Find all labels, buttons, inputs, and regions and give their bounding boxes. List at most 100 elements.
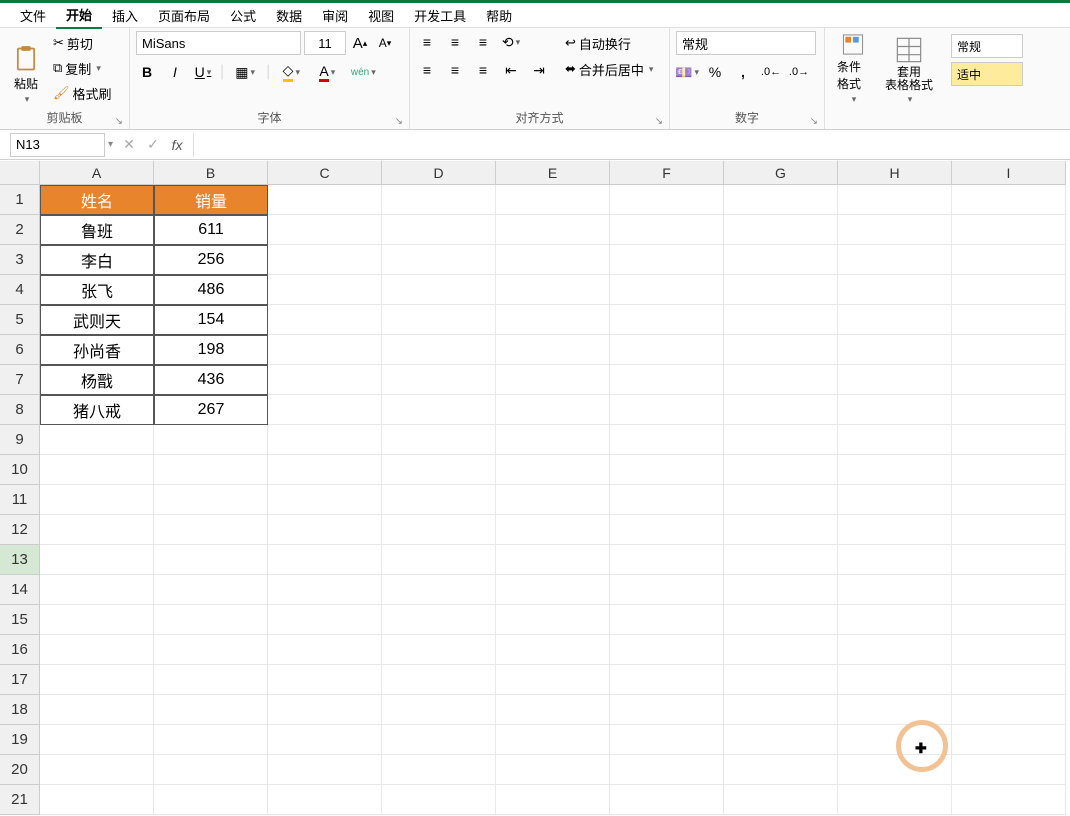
style-normal[interactable]: 常规 bbox=[951, 34, 1023, 58]
cancel-formula-icon[interactable]: ✕ bbox=[118, 134, 140, 156]
cell-C17[interactable] bbox=[268, 665, 382, 695]
increase-decimal-icon[interactable]: .0← bbox=[760, 61, 782, 83]
cell-C20[interactable] bbox=[268, 755, 382, 785]
col-header-D[interactable]: D bbox=[382, 161, 496, 185]
cell-G8[interactable] bbox=[724, 395, 838, 425]
cell-I3[interactable] bbox=[952, 245, 1066, 275]
cell-C2[interactable] bbox=[268, 215, 382, 245]
cell-F17[interactable] bbox=[610, 665, 724, 695]
cell-G18[interactable] bbox=[724, 695, 838, 725]
cell-H18[interactable] bbox=[838, 695, 952, 725]
cell-H11[interactable] bbox=[838, 485, 952, 515]
cell-C5[interactable] bbox=[268, 305, 382, 335]
cell-H3[interactable] bbox=[838, 245, 952, 275]
cell-B19[interactable] bbox=[154, 725, 268, 755]
cell-A5[interactable]: 武则天 bbox=[40, 305, 154, 335]
cell-G21[interactable] bbox=[724, 785, 838, 815]
row-header-13[interactable]: 13 bbox=[0, 545, 40, 575]
align-center-icon[interactable]: ≡ bbox=[444, 59, 466, 81]
col-header-E[interactable]: E bbox=[496, 161, 610, 185]
row-header-6[interactable]: 6 bbox=[0, 335, 40, 365]
cell-E11[interactable] bbox=[496, 485, 610, 515]
cell-B17[interactable] bbox=[154, 665, 268, 695]
cell-C14[interactable] bbox=[268, 575, 382, 605]
conditional-format-button[interactable]: 条件格式 bbox=[831, 31, 875, 107]
row-header-5[interactable]: 5 bbox=[0, 305, 40, 335]
cell-E21[interactable] bbox=[496, 785, 610, 815]
row-header-2[interactable]: 2 bbox=[0, 215, 40, 245]
cell-F20[interactable] bbox=[610, 755, 724, 785]
cell-I16[interactable] bbox=[952, 635, 1066, 665]
cell-B7[interactable]: 436 bbox=[154, 365, 268, 395]
name-box[interactable] bbox=[10, 133, 105, 157]
col-header-A[interactable]: A bbox=[40, 161, 154, 185]
cell-B5[interactable]: 154 bbox=[154, 305, 268, 335]
menu-插入[interactable]: 插入 bbox=[102, 3, 148, 28]
cell-H16[interactable] bbox=[838, 635, 952, 665]
cell-C7[interactable] bbox=[268, 365, 382, 395]
cell-H12[interactable] bbox=[838, 515, 952, 545]
cell-D7[interactable] bbox=[382, 365, 496, 395]
cell-D2[interactable] bbox=[382, 215, 496, 245]
menu-开始[interactable]: 开始 bbox=[56, 2, 102, 29]
cell-D15[interactable] bbox=[382, 605, 496, 635]
row-header-1[interactable]: 1 bbox=[0, 185, 40, 215]
cell-G3[interactable] bbox=[724, 245, 838, 275]
cell-F2[interactable] bbox=[610, 215, 724, 245]
cell-G19[interactable] bbox=[724, 725, 838, 755]
cell-A16[interactable] bbox=[40, 635, 154, 665]
cell-B15[interactable] bbox=[154, 605, 268, 635]
cell-C15[interactable] bbox=[268, 605, 382, 635]
cell-G2[interactable] bbox=[724, 215, 838, 245]
cell-G5[interactable] bbox=[724, 305, 838, 335]
cell-F8[interactable] bbox=[610, 395, 724, 425]
cell-G1[interactable] bbox=[724, 185, 838, 215]
menu-视图[interactable]: 视图 bbox=[358, 3, 404, 28]
cell-I5[interactable] bbox=[952, 305, 1066, 335]
cell-F10[interactable] bbox=[610, 455, 724, 485]
cell-B21[interactable] bbox=[154, 785, 268, 815]
cell-I12[interactable] bbox=[952, 515, 1066, 545]
phonetic-button[interactable]: wén bbox=[348, 61, 378, 83]
cell-B3[interactable]: 256 bbox=[154, 245, 268, 275]
cell-F14[interactable] bbox=[610, 575, 724, 605]
cell-B13[interactable] bbox=[154, 545, 268, 575]
cell-A19[interactable] bbox=[40, 725, 154, 755]
col-header-G[interactable]: G bbox=[724, 161, 838, 185]
merge-center-button[interactable]: ⬌ 合并后居中 bbox=[562, 57, 656, 81]
cell-D3[interactable] bbox=[382, 245, 496, 275]
cell-A10[interactable] bbox=[40, 455, 154, 485]
menu-审阅[interactable]: 审阅 bbox=[312, 3, 358, 28]
cell-E15[interactable] bbox=[496, 605, 610, 635]
cell-grid[interactable]: 姓名销量鲁班611李白256张飞486武则天154孙尚香198杨戬436猪八戒2… bbox=[40, 185, 1066, 815]
currency-icon[interactable]: 💷 bbox=[676, 61, 698, 83]
cell-H14[interactable] bbox=[838, 575, 952, 605]
row-header-12[interactable]: 12 bbox=[0, 515, 40, 545]
cell-D11[interactable] bbox=[382, 485, 496, 515]
cell-I9[interactable] bbox=[952, 425, 1066, 455]
cell-A1[interactable]: 姓名 bbox=[40, 185, 154, 215]
font-launcher-icon[interactable]: ↘ bbox=[395, 116, 403, 127]
fx-icon[interactable]: fx bbox=[166, 134, 188, 156]
cell-I13[interactable] bbox=[952, 545, 1066, 575]
cell-E7[interactable] bbox=[496, 365, 610, 395]
col-header-I[interactable]: I bbox=[952, 161, 1066, 185]
cell-E5[interactable] bbox=[496, 305, 610, 335]
cell-C12[interactable] bbox=[268, 515, 382, 545]
cut-button[interactable]: ✂ 剪切 bbox=[50, 31, 115, 55]
cell-G16[interactable] bbox=[724, 635, 838, 665]
font-size-input[interactable] bbox=[304, 31, 346, 55]
cell-H6[interactable] bbox=[838, 335, 952, 365]
menu-开发工具[interactable]: 开发工具 bbox=[404, 3, 476, 28]
cell-G17[interactable] bbox=[724, 665, 838, 695]
cell-B8[interactable]: 267 bbox=[154, 395, 268, 425]
menu-数据[interactable]: 数据 bbox=[266, 3, 312, 28]
cell-A7[interactable]: 杨戬 bbox=[40, 365, 154, 395]
cell-A4[interactable]: 张飞 bbox=[40, 275, 154, 305]
cell-B9[interactable] bbox=[154, 425, 268, 455]
cell-D14[interactable] bbox=[382, 575, 496, 605]
cell-C9[interactable] bbox=[268, 425, 382, 455]
cell-H1[interactable] bbox=[838, 185, 952, 215]
copy-button[interactable]: ⧉ 复制 bbox=[50, 56, 115, 80]
cell-F21[interactable] bbox=[610, 785, 724, 815]
